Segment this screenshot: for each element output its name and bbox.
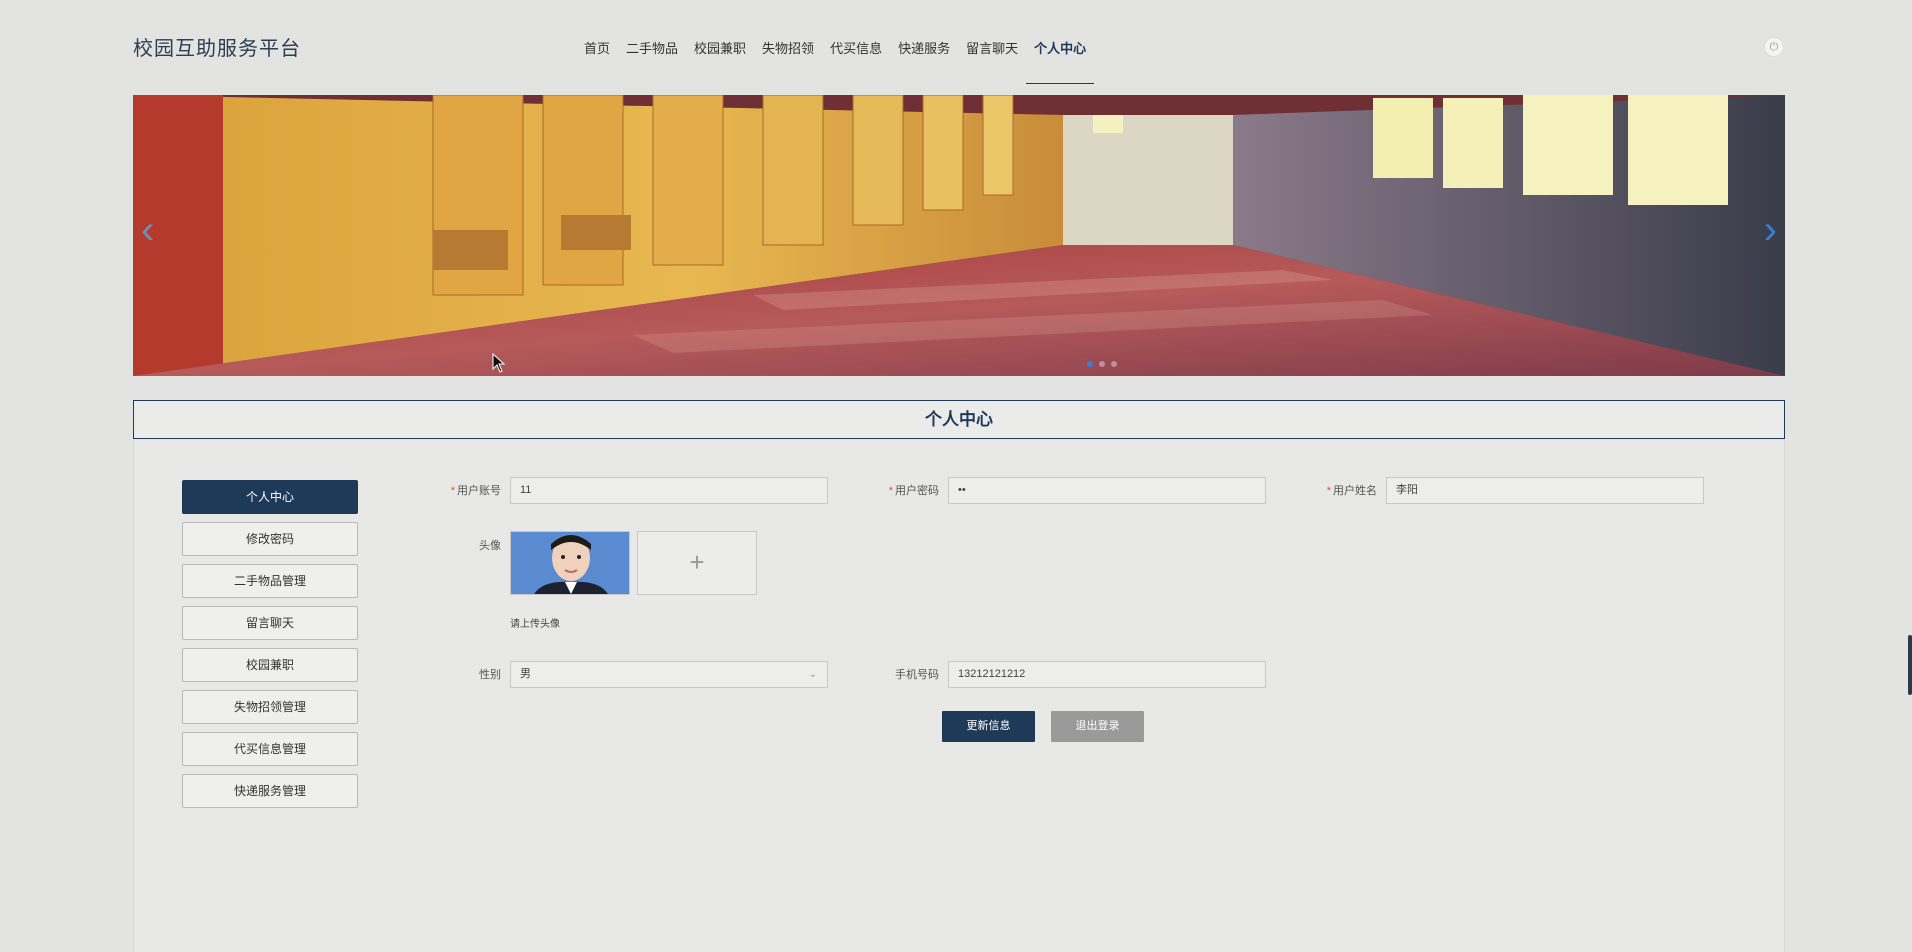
section-title: 个人中心 xyxy=(133,400,1785,439)
side-item-lost-found-manage[interactable]: 失物招领管理 xyxy=(182,690,358,724)
side-item-messages[interactable]: 留言聊天 xyxy=(182,606,358,640)
gender-select[interactable]: 男 ⌄ xyxy=(510,661,828,688)
account-label: * 用户账号 xyxy=(450,485,501,497)
avatar[interactable] xyxy=(510,531,630,595)
nav-second-hand[interactable]: 二手物品 xyxy=(618,34,686,84)
chevron-down-icon: ⌄ xyxy=(808,669,817,680)
name-label: * 用户姓名 xyxy=(1326,485,1377,497)
content-panel xyxy=(133,440,1785,952)
banner-pagination xyxy=(1087,361,1117,367)
phone-field[interactable]: 13212121212 xyxy=(948,661,1266,688)
nav-home[interactable]: 首页 xyxy=(576,34,618,84)
nav-express[interactable]: 快递服务 xyxy=(890,34,958,84)
banner-dot-3[interactable] xyxy=(1111,361,1117,367)
avatar-label: 头像 xyxy=(479,540,501,552)
update-info-button[interactable]: 更新信息 xyxy=(942,711,1035,742)
nav-part-time[interactable]: 校园兼职 xyxy=(686,34,754,84)
nav-personal-center[interactable]: 个人中心 xyxy=(1026,34,1095,84)
site-title: 校园互助服务平台 xyxy=(133,38,301,60)
nav-proxy-buy[interactable]: 代买信息 xyxy=(822,34,890,84)
banner-dot-1[interactable] xyxy=(1087,361,1093,367)
nav-lost-found[interactable]: 失物招领 xyxy=(754,34,822,84)
logout-button[interactable]: 退出登录 xyxy=(1051,711,1144,742)
side-item-express-manage[interactable]: 快递服务管理 xyxy=(182,774,358,808)
side-item-change-password[interactable]: 修改密码 xyxy=(182,522,358,556)
side-menu: 个人中心 修改密码 二手物品管理 留言聊天 校园兼职 失物招领管理 代买信息管理… xyxy=(182,480,358,816)
scrollbar-handle[interactable] xyxy=(1908,635,1912,695)
banner-carousel: ‹ › xyxy=(133,95,1785,376)
account-field[interactable]: 11 xyxy=(510,477,828,504)
side-item-proxy-buy-manage[interactable]: 代买信息管理 xyxy=(182,732,358,766)
password-label: * 用户密码 xyxy=(888,485,939,497)
side-item-second-hand-manage[interactable]: 二手物品管理 xyxy=(182,564,358,598)
upload-button[interactable]: + xyxy=(637,531,757,595)
banner-next-arrow[interactable]: › xyxy=(1764,210,1777,250)
banner-image xyxy=(133,95,1785,376)
gender-label: 性别 xyxy=(479,669,501,681)
side-item-part-time[interactable]: 校园兼职 xyxy=(182,648,358,682)
gender-value: 男 xyxy=(520,668,531,680)
nav-messages[interactable]: 留言聊天 xyxy=(958,34,1026,84)
name-field[interactable]: 李阳 xyxy=(1386,477,1704,504)
side-item-personal-center[interactable]: 个人中心 xyxy=(182,480,358,514)
banner-prev-arrow[interactable]: ‹ xyxy=(141,210,154,250)
password-field[interactable]: •• xyxy=(948,477,1266,504)
power-icon[interactable]: ⏻ xyxy=(1764,37,1784,57)
mouse-cursor-icon xyxy=(492,353,506,373)
phone-label: 手机号码 xyxy=(895,669,939,681)
upload-hint: 请上传头像 xyxy=(510,619,560,630)
main-nav: 首页 二手物品 校园兼职 失物招领 代买信息 快递服务 留言聊天 个人中心 xyxy=(576,34,1095,84)
banner-dot-2[interactable] xyxy=(1099,361,1105,367)
